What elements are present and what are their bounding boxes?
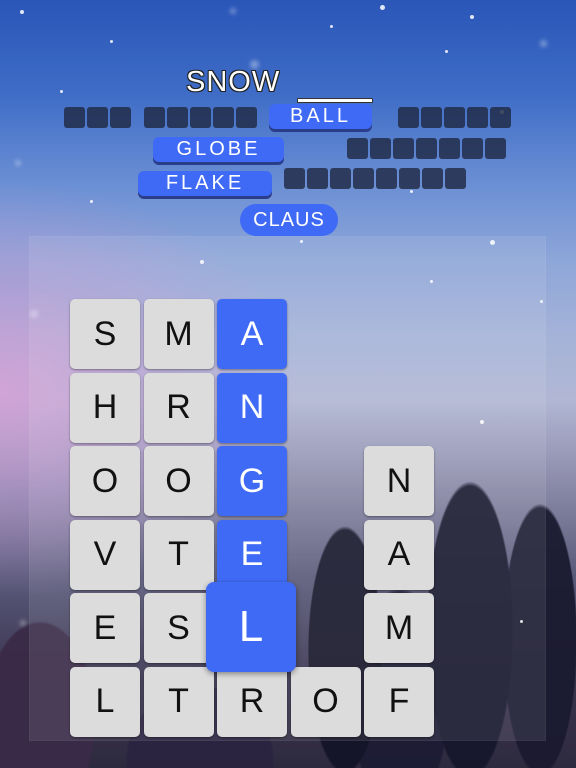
- letter-tile[interactable]: L: [70, 666, 140, 737]
- snowflake: [540, 40, 547, 47]
- found-answer-flake[interactable]: FLAKE: [138, 171, 272, 196]
- letter-slot: [439, 138, 460, 159]
- letter-tile[interactable]: N: [364, 446, 434, 516]
- snowflake: [110, 40, 113, 43]
- letter-slot: [110, 107, 131, 128]
- found-answer-ball[interactable]: BALL: [269, 104, 372, 129]
- snowflake: [60, 90, 63, 93]
- hidden-answer-slot: [64, 107, 131, 128]
- letter-slot: [416, 138, 437, 159]
- snowflake: [230, 8, 236, 14]
- letter-slot: [445, 168, 466, 189]
- letter-slot: [167, 107, 188, 128]
- letter-slot: [399, 168, 420, 189]
- letter-tile[interactable]: F: [364, 666, 434, 737]
- hint-answer-claus[interactable]: CLAUS: [240, 204, 338, 236]
- letter-tile[interactable]: M: [143, 299, 214, 369]
- clue-word: SNOW: [186, 66, 281, 98]
- letter-slot: [462, 138, 483, 159]
- letter-slot: [347, 138, 368, 159]
- letter-slot: [490, 107, 511, 128]
- letter-slot: [307, 168, 328, 189]
- letter-slot: [444, 107, 465, 128]
- letter-slot: [398, 107, 419, 128]
- letter-slot: [353, 168, 374, 189]
- letter-slot: [370, 138, 391, 159]
- snowflake: [410, 190, 413, 193]
- snowflake: [330, 25, 333, 28]
- hidden-answer-slot: [347, 138, 506, 159]
- letter-slot: [467, 107, 488, 128]
- letter-slot: [376, 168, 397, 189]
- letter-tile[interactable]: R: [143, 372, 214, 443]
- letter-tile[interactable]: S: [70, 299, 140, 369]
- letter-slot: [284, 168, 305, 189]
- letter-tile[interactable]: S: [143, 593, 214, 663]
- snowflake: [445, 50, 448, 53]
- letter-tile[interactable]: N: [217, 372, 287, 443]
- letter-tile[interactable]: T: [143, 666, 214, 737]
- snowflake: [90, 200, 93, 203]
- letter-tile[interactable]: O: [143, 446, 214, 516]
- clue-blank: [297, 98, 373, 103]
- letter-tile[interactable]: E: [70, 593, 140, 663]
- letter-slot: [330, 168, 351, 189]
- letter-slot: [64, 107, 85, 128]
- snowflake: [470, 15, 474, 19]
- letter-tile[interactable]: A: [217, 299, 287, 369]
- letter-tile[interactable]: H: [70, 372, 140, 443]
- letter-slot: [485, 138, 506, 159]
- snowflake: [15, 160, 21, 166]
- letter-slot: [87, 107, 108, 128]
- letter-tile[interactable]: L: [206, 582, 296, 672]
- letter-tile[interactable]: G: [217, 446, 287, 516]
- snowflake: [20, 10, 24, 14]
- letter-tile[interactable]: O: [70, 446, 140, 516]
- letter-tile[interactable]: A: [364, 519, 434, 590]
- letter-slot: [213, 107, 234, 128]
- letter-slot: [190, 107, 211, 128]
- found-answer-globe[interactable]: GLOBE: [153, 137, 284, 162]
- letter-tile[interactable]: M: [364, 593, 434, 663]
- hidden-answer-slot: [284, 168, 466, 189]
- letter-tile[interactable]: R: [217, 666, 287, 737]
- letter-tile[interactable]: E: [217, 519, 287, 590]
- letter-slot: [422, 168, 443, 189]
- letter-slot: [393, 138, 414, 159]
- hidden-answer-slot: [144, 107, 257, 128]
- snowflake: [380, 5, 385, 10]
- letter-slot: [421, 107, 442, 128]
- snowflake: [20, 620, 26, 626]
- letter-tile[interactable]: O: [290, 666, 361, 737]
- letter-tile[interactable]: T: [143, 519, 214, 590]
- letter-slot: [144, 107, 165, 128]
- letter-slot: [236, 107, 257, 128]
- hidden-answer-slot: [398, 107, 511, 128]
- letter-tile[interactable]: V: [70, 519, 140, 590]
